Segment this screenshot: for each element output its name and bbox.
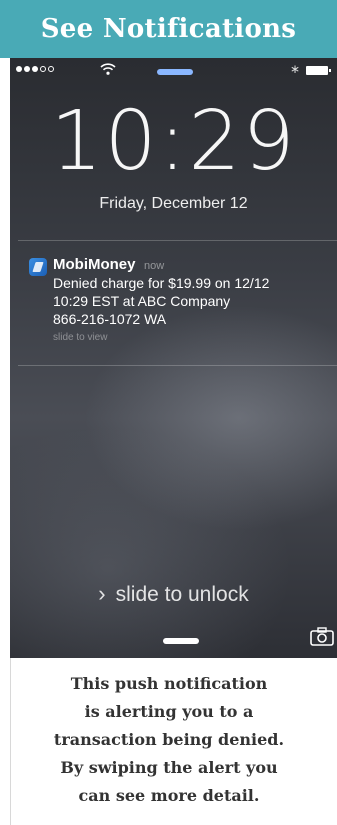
slide-to-unlock[interactable]: › slide to unlock <box>10 581 337 607</box>
caption-line: This push notification <box>70 674 268 693</box>
signal-strength-icon <box>16 66 54 72</box>
lock-screen-date: Friday, December 12 <box>99 195 248 212</box>
notification-slide-hint: slide to view <box>53 332 108 343</box>
slide-to-unlock-label: slide to unlock <box>115 583 249 606</box>
caption-line: can see more detail. <box>78 786 260 805</box>
camera-icon[interactable] <box>310 626 336 648</box>
caption-line: transaction being denied. <box>53 730 285 749</box>
notification-timestamp: now <box>143 260 165 272</box>
notification-message: Denied charge for $19.99 on 12/12 10:29 … <box>53 275 270 327</box>
caption-line: is alerting you to a <box>84 702 254 721</box>
notification[interactable]: MobiMoney now Denied charge for $19.99 o… <box>10 246 337 364</box>
divider <box>18 365 337 366</box>
mobimoney-app-icon <box>29 258 47 276</box>
lock-screen-time: 10:29 <box>50 94 297 189</box>
caption: This push notification is alerting you t… <box>10 658 327 825</box>
divider <box>18 240 337 241</box>
wifi-icon <box>100 62 116 79</box>
status-bar: ∗ <box>10 58 337 82</box>
notification-center-handle[interactable] <box>157 69 193 75</box>
notification-app-name: MobiMoney <box>53 256 136 273</box>
phone-lock-screen: ∗ 10:29 Friday, December 12 MobiMoney no… <box>10 58 337 658</box>
page-banner-title: See Notifications <box>0 0 337 58</box>
caption-line: By swiping the alert you <box>60 758 278 777</box>
battery-icon <box>306 66 331 75</box>
bluetooth-icon: ∗ <box>290 62 301 76</box>
control-center-handle[interactable] <box>163 638 199 644</box>
chevron-right-icon: › <box>98 581 106 606</box>
